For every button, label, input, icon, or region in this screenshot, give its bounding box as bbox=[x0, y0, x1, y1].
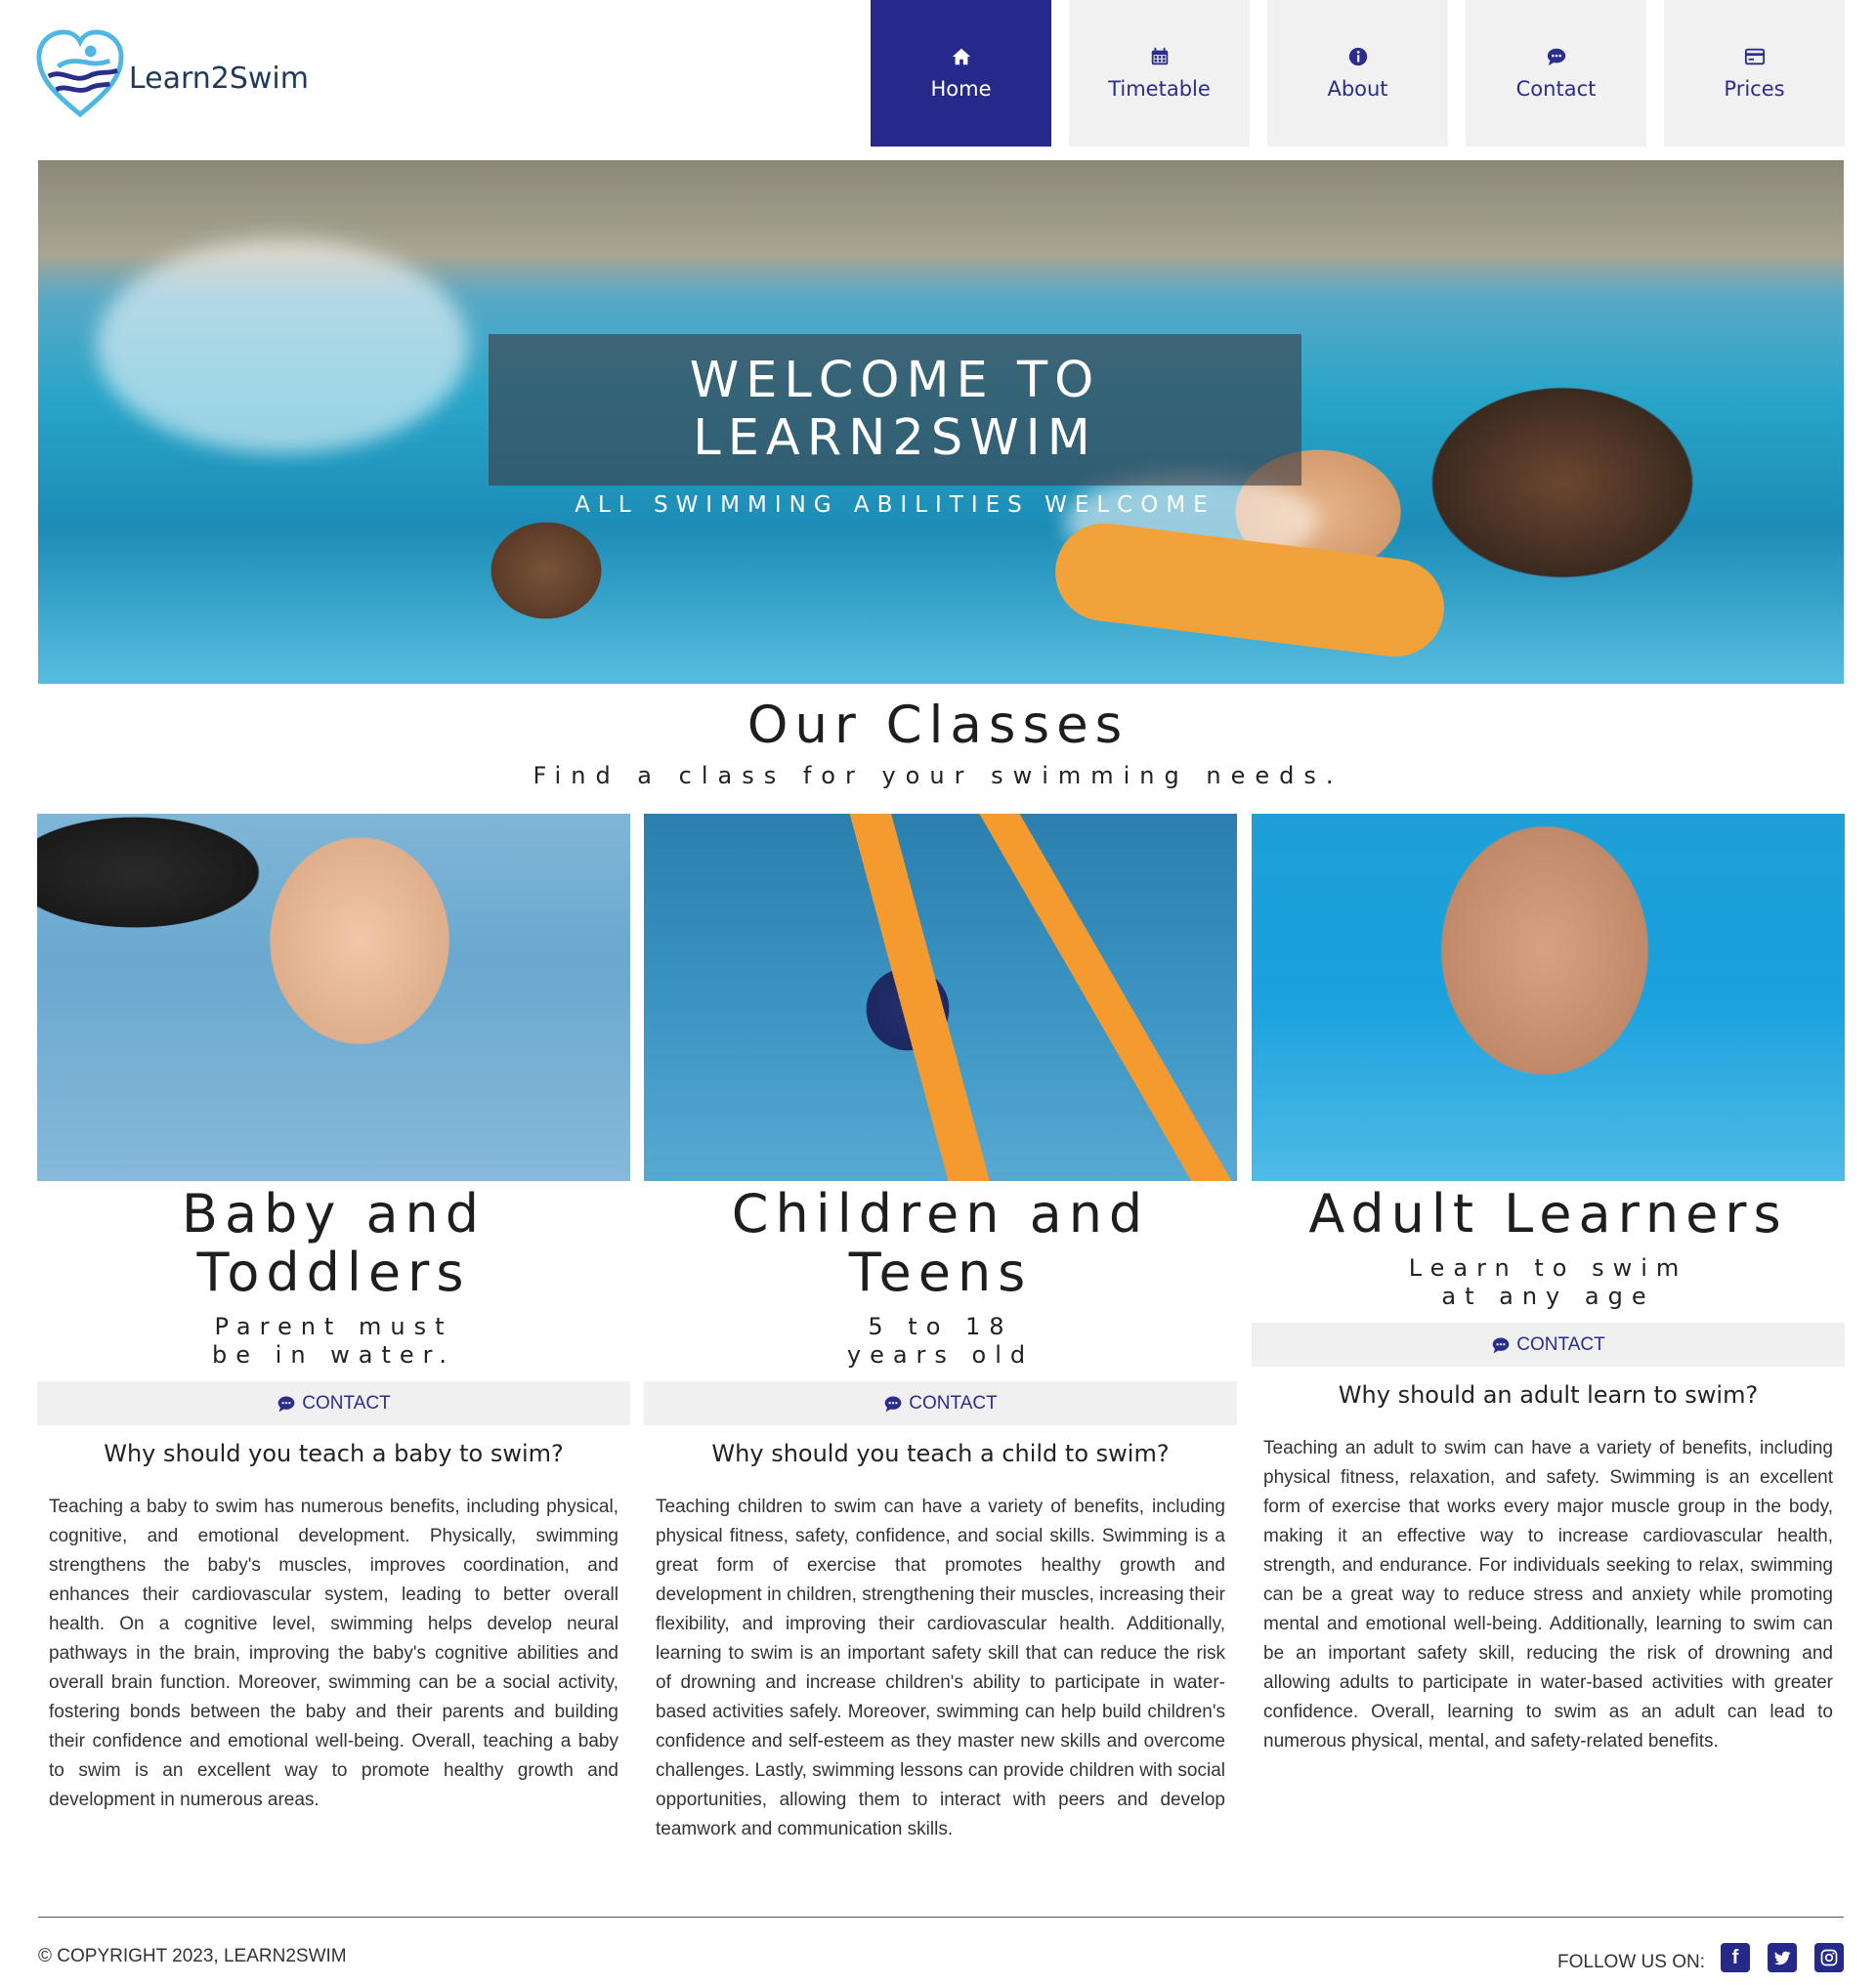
child-swimming-photo bbox=[644, 814, 1237, 1181]
follow-label: FOLLOW US ON: bbox=[1557, 1952, 1705, 1972]
chat-icon bbox=[884, 1396, 902, 1412]
class-card-baby: Baby and Toddlers Parent must be in wate… bbox=[37, 814, 630, 1815]
nav-label-timetable: Timetable bbox=[1108, 77, 1211, 101]
class-title: Baby and Toddlers bbox=[181, 1183, 487, 1303]
info-icon bbox=[1348, 47, 1367, 66]
adult-swimming-photo bbox=[1252, 814, 1845, 1181]
twitter-icon[interactable] bbox=[1768, 1943, 1797, 1972]
class-title: Children and Teens bbox=[731, 1183, 1150, 1303]
footer-divider bbox=[38, 1917, 1844, 1918]
home-icon bbox=[952, 48, 970, 65]
class-question: Why should you teach a baby to swim? bbox=[104, 1440, 564, 1467]
contact-button[interactable]: CONTACT bbox=[1252, 1323, 1845, 1367]
instagram-icon[interactable] bbox=[1814, 1943, 1844, 1972]
nav-label-prices: Prices bbox=[1724, 77, 1785, 101]
heart-swimmer-logo-icon bbox=[36, 29, 124, 118]
classes-subtitle: Find a class for your swimming needs. bbox=[533, 762, 1343, 789]
class-card-children: Children and Teens 5 to 18 years old CON… bbox=[644, 814, 1237, 1844]
class-tagline: 5 to 18 years old bbox=[846, 1313, 1035, 1369]
class-description: Teaching children to swim can have a var… bbox=[656, 1497, 1225, 1839]
nav-label-about: About bbox=[1327, 77, 1388, 101]
nav-item-contact[interactable]: Contact bbox=[1466, 0, 1646, 147]
class-description: Teaching a baby to swim has numerous ben… bbox=[49, 1497, 618, 1810]
calendar-icon bbox=[1151, 47, 1168, 65]
water-splash bbox=[97, 238, 468, 453]
nav-item-about[interactable]: About bbox=[1267, 0, 1448, 147]
class-question: Why should you teach a child to swim? bbox=[711, 1440, 1170, 1467]
baby-swimming-photo bbox=[37, 814, 630, 1181]
class-question: Why should an adult learn to swim? bbox=[1338, 1381, 1759, 1409]
class-card-adult: Adult Learners Learn to swim at any age … bbox=[1252, 814, 1845, 1756]
hero-title: WELCOME TO LEARN2SWIM bbox=[689, 352, 1101, 467]
social-links: FOLLOW US ON: f bbox=[1557, 1942, 1844, 1973]
facebook-icon[interactable]: f bbox=[1721, 1943, 1750, 1972]
classes-title: Our Classes bbox=[746, 696, 1130, 755]
credit-card-icon bbox=[1744, 48, 1765, 65]
contact-button[interactable]: CONTACT bbox=[644, 1381, 1237, 1425]
nav-item-timetable[interactable]: Timetable bbox=[1069, 0, 1250, 147]
nav-item-home[interactable]: Home bbox=[871, 0, 1051, 147]
class-title: Adult Learners bbox=[1308, 1183, 1788, 1245]
contact-label: CONTACT bbox=[909, 1392, 998, 1414]
contact-button[interactable]: CONTACT bbox=[37, 1381, 630, 1425]
brand-name: Learn2Swim bbox=[128, 61, 309, 96]
chat-icon bbox=[277, 1396, 295, 1412]
hero-subtitle: ALL SWIMMING ABILITIES WELCOME bbox=[575, 492, 1215, 518]
main-nav: Home Timetable About Contact Prices bbox=[871, 0, 1845, 147]
copyright-text: © COPYRIGHT 2023, LEARN2SWIM bbox=[38, 1946, 347, 1966]
site-logo[interactable]: Learn2Swim bbox=[35, 27, 309, 121]
class-tagline: Learn to swim at any age bbox=[1408, 1254, 1688, 1310]
hero-caption: WELCOME TO LEARN2SWIM ALL SWIMMING ABILI… bbox=[489, 334, 1301, 518]
nav-label-home: Home bbox=[930, 77, 992, 101]
nav-label-contact: Contact bbox=[1515, 77, 1597, 101]
chat-icon bbox=[1492, 1337, 1510, 1353]
contact-label: CONTACT bbox=[302, 1392, 391, 1414]
nav-item-prices[interactable]: Prices bbox=[1664, 0, 1845, 147]
contact-label: CONTACT bbox=[1516, 1333, 1605, 1355]
class-description: Teaching an adult to swim can have a var… bbox=[1263, 1438, 1833, 1752]
hero-banner: WELCOME TO LEARN2SWIM ALL SWIMMING ABILI… bbox=[38, 160, 1844, 684]
chat-icon bbox=[1547, 48, 1565, 66]
class-tagline: Parent must be in water. bbox=[212, 1313, 455, 1369]
